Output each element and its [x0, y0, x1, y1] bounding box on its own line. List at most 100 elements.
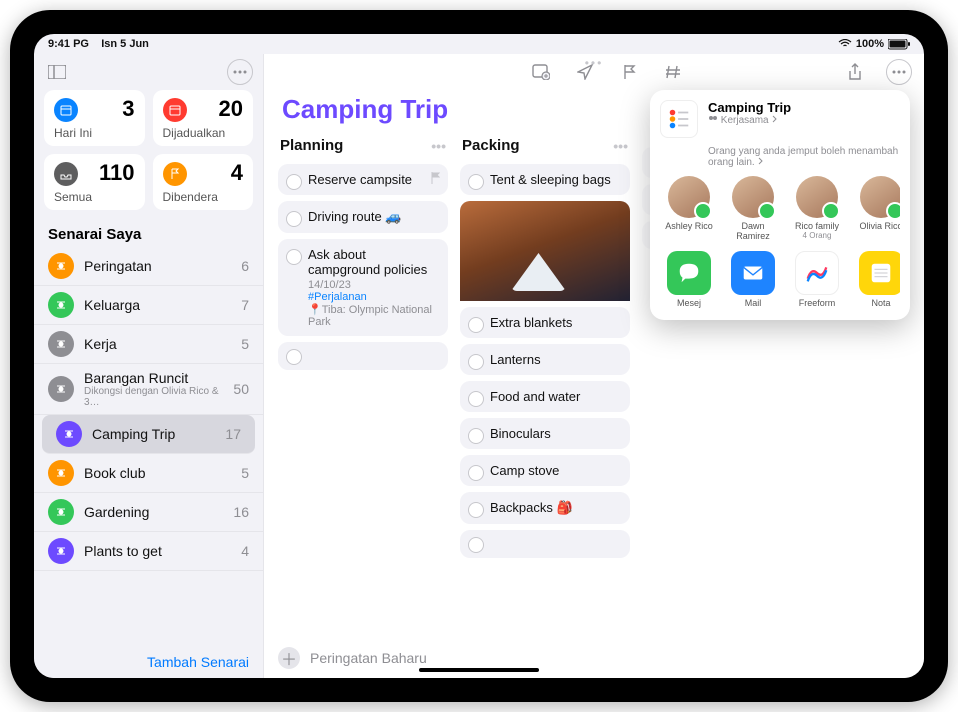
- sidebar-item[interactable]: Book club5: [34, 454, 263, 493]
- kanban-column: Packing••• Tent & sleeping bags Extra blan…: [460, 135, 630, 638]
- reminder-card[interactable]: Extra blankets: [460, 307, 630, 338]
- new-reminder-button[interactable]: Peringatan Baharu: [310, 650, 427, 666]
- freeform-icon: [795, 251, 839, 295]
- my-lists-header: Senarai Saya: [34, 218, 263, 247]
- reminder-title: Food and water: [490, 389, 580, 404]
- share-contact[interactable]: Ashley Rico: [660, 176, 718, 241]
- list-count: 50: [233, 381, 249, 397]
- share-title: Camping Trip: [708, 100, 791, 115]
- list-icon: [48, 538, 74, 564]
- new-list-icon[interactable]: [528, 59, 554, 85]
- reminder-card[interactable]: Food and water: [460, 381, 630, 412]
- share-contact[interactable]: Olivia Rico: [852, 176, 900, 241]
- hashtag-icon[interactable]: [660, 59, 686, 85]
- smart-today[interactable]: 3 Hari Ini: [44, 90, 145, 146]
- contact-name: Ashley Rico: [660, 221, 718, 231]
- column-header[interactable]: Packing•••: [460, 135, 630, 158]
- status-time: 9:41 PG: [48, 38, 89, 50]
- new-reminder-placeholder[interactable]: [278, 342, 448, 370]
- app-name: Mail: [724, 298, 782, 308]
- sidebar-item[interactable]: Plants to get4: [34, 532, 263, 571]
- reminder-card[interactable]: Driving route 🚙: [278, 201, 448, 233]
- sidebar-item[interactable]: Barangan RuncitDikongsi dengan Olivia Ri…: [34, 364, 263, 415]
- reminder-card[interactable]: Backpacks 🎒: [460, 492, 630, 524]
- share-contacts: Ashley Rico Dawn Ramirez Rico family4 Oran…: [660, 176, 900, 241]
- more-icon[interactable]: •••: [431, 138, 446, 154]
- reminder-date: 14/10/23: [308, 279, 440, 291]
- share-app[interactable]: Nota: [852, 251, 900, 308]
- sidebar: 3 Hari Ini 20 Dijadualkan 110 Semua 4 Di…: [34, 54, 264, 678]
- reminder-tag[interactable]: #Perjalanan: [308, 291, 440, 303]
- contact-sub: 4 Orang: [788, 231, 846, 240]
- avatar: [732, 176, 774, 218]
- share-contact[interactable]: Dawn Ramirez: [724, 176, 782, 241]
- mail-icon: [731, 251, 775, 295]
- reminder-title: Tent & sleeping bags: [490, 172, 611, 187]
- all-count: 110: [99, 160, 135, 186]
- tray-icon: [54, 162, 78, 186]
- avatar: [796, 176, 838, 218]
- list-count: 4: [241, 543, 249, 559]
- share-app[interactable]: Mail: [724, 251, 782, 308]
- share-app[interactable]: Mesej: [660, 251, 718, 308]
- reminder-title: Lanterns: [490, 352, 541, 367]
- reminder-card[interactable]: Lanterns: [460, 344, 630, 375]
- share-icon[interactable]: [842, 59, 868, 85]
- more-icon[interactable]: [886, 59, 912, 85]
- smart-flagged[interactable]: 4 Dibendera: [153, 154, 254, 210]
- battery-icon: [888, 39, 910, 50]
- flagged-count: 4: [231, 160, 243, 186]
- contact-name: Rico family: [788, 221, 846, 231]
- status-date: Isn 5 Jun: [101, 38, 149, 50]
- reminder-card[interactable]: Binoculars: [460, 418, 630, 449]
- sidebar-item[interactable]: Camping Trip17: [42, 415, 255, 454]
- smart-all[interactable]: 110 Semua: [44, 154, 145, 210]
- sidebar-toggle-icon[interactable]: [44, 59, 70, 85]
- wifi-icon: [838, 39, 852, 49]
- reminder-card[interactable]: Ask about campground policies14/10/23#Pe…: [278, 239, 448, 336]
- share-apps: Mesej Mail Freeform Nota: [660, 251, 900, 308]
- list-name: Keluarga: [84, 297, 231, 313]
- app-name: Freeform: [788, 298, 846, 308]
- column-header[interactable]: Planning•••: [278, 135, 448, 158]
- list-count: 5: [241, 465, 249, 481]
- smart-lists: 3 Hari Ini 20 Dijadualkan 110 Semua 4 Di…: [34, 90, 263, 218]
- scheduled-label: Dijadualkan: [163, 126, 226, 140]
- list-count: 16: [233, 504, 249, 520]
- contact-name: Olivia Rico: [852, 221, 900, 231]
- sidebar-item[interactable]: Peringatan6: [34, 247, 263, 286]
- reminder-title: Binoculars: [490, 426, 551, 441]
- add-list-button[interactable]: Tambah Senarai: [34, 646, 263, 678]
- reminder-card[interactable]: Tent & sleeping bags: [460, 164, 630, 195]
- sidebar-item[interactable]: Keluarga7: [34, 286, 263, 325]
- calendar-icon: [54, 98, 78, 122]
- my-lists: Peringatan6Keluarga7Kerja5Barangan Runci…: [34, 247, 263, 646]
- sidebar-item[interactable]: Gardening16: [34, 493, 263, 532]
- battery-pct: 100%: [856, 38, 884, 50]
- reminder-card[interactable]: Reserve campsite: [278, 164, 448, 195]
- reminder-title: Extra blankets: [490, 315, 572, 330]
- share-contact[interactable]: Rico family4 Orang: [788, 176, 846, 241]
- add-reminder-icon[interactable]: ＋: [278, 647, 300, 669]
- today-label: Hari Ini: [54, 126, 92, 140]
- avatar: [860, 176, 900, 218]
- reminder-title: Backpacks 🎒: [490, 500, 573, 515]
- flagged-label: Dibendera: [163, 190, 218, 204]
- drag-handle-icon[interactable]: •••: [585, 56, 604, 70]
- screen: 9:41 PG Isn 5 Jun 100%: [34, 34, 924, 678]
- share-message[interactable]: Orang yang anda jemput boleh menambah or…: [660, 144, 900, 176]
- flag-icon[interactable]: [616, 59, 642, 85]
- share-app[interactable]: Freeform: [788, 251, 846, 308]
- more-icon[interactable]: [227, 59, 253, 85]
- new-reminder-placeholder[interactable]: [460, 530, 630, 558]
- more-icon[interactable]: •••: [613, 138, 628, 154]
- reminder-card[interactable]: Camp stove: [460, 455, 630, 486]
- status-bar: 9:41 PG Isn 5 Jun 100%: [34, 34, 924, 54]
- scheduled-count: 20: [219, 96, 243, 122]
- smart-scheduled[interactable]: 20 Dijadualkan: [153, 90, 254, 146]
- home-indicator[interactable]: [419, 668, 539, 672]
- reminder-card-image[interactable]: [460, 201, 630, 301]
- contact-name: Dawn Ramirez: [724, 221, 782, 241]
- share-subtitle[interactable]: Kerjasama: [708, 115, 791, 126]
- sidebar-item[interactable]: Kerja5: [34, 325, 263, 364]
